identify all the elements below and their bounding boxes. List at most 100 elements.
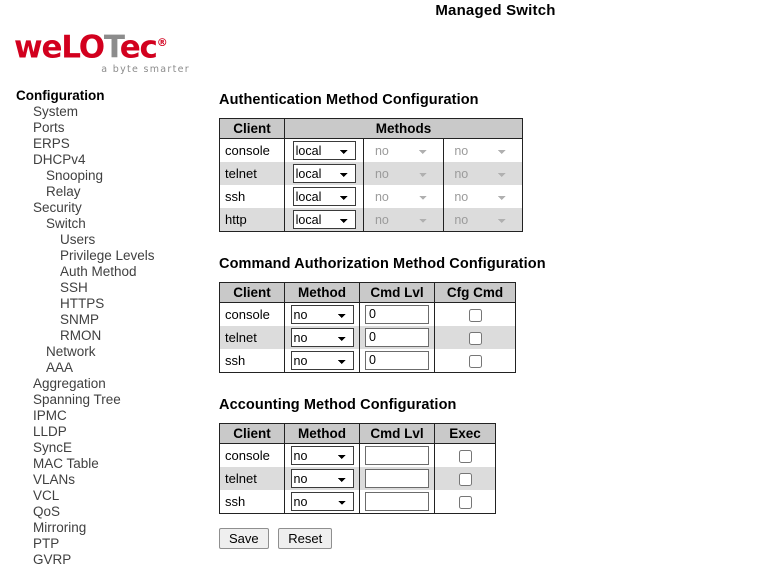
sidebar-item-erps[interactable]: ERPS <box>0 136 205 152</box>
sidebar-item-snooping[interactable]: Snooping <box>0 168 205 184</box>
table-row: telnet notacacs <box>219 467 496 490</box>
header-client: Client <box>219 118 285 139</box>
cmd-lvl-cell <box>359 302 435 326</box>
sidebar-item-synce[interactable]: SyncE <box>0 440 205 456</box>
logo-wordmark: weLOTec® <box>14 27 194 63</box>
sidebar-item-lldp[interactable]: LLDP <box>0 424 205 440</box>
sidebar-item-rmon[interactable]: RMON <box>0 328 205 344</box>
method-select-telnet[interactable]: notacacs <box>290 328 354 347</box>
table-row: ssh notacacs <box>219 490 496 514</box>
method-cell: notacacs <box>284 349 360 373</box>
logo-part-4: ec <box>119 29 158 66</box>
sidebar-item-ptp[interactable]: PTP <box>0 536 205 552</box>
method-select-2-ssh: nolocalradiustacacs <box>371 187 435 206</box>
sidebar-item-aggregation[interactable]: Aggregation <box>0 376 205 392</box>
client-label: ssh <box>219 490 285 514</box>
sidebar-item-gvrp[interactable]: GVRP <box>0 552 205 568</box>
sidebar-item-relay[interactable]: Relay <box>0 184 205 200</box>
cfg-cmd-checkbox-ssh[interactable] <box>468 355 482 369</box>
exec-cell <box>434 443 496 467</box>
method-cell-1: nolocalradiustacacs <box>283 162 365 185</box>
reset-button[interactable]: Reset <box>278 528 333 549</box>
sidebar-item-vcl[interactable]: VCL <box>0 488 205 504</box>
sidebar-item-network[interactable]: Network <box>0 344 205 360</box>
method-cell-3: nolocalradiustacacs <box>442 208 524 232</box>
method-select-2-telnet: nolocalradiustacacs <box>371 164 435 183</box>
sidebar-item-configuration[interactable]: Configuration <box>0 88 205 104</box>
accounting-section-title: Accounting Method Configuration <box>219 397 457 413</box>
sidebar-item-privilege-levels[interactable]: Privilege Levels <box>0 248 205 264</box>
sidebar-item-system[interactable]: System <box>0 104 205 120</box>
method-select-3-http: nolocalradiustacacs <box>451 210 515 229</box>
client-label: ssh <box>219 185 285 208</box>
table-header-row: Client Method Cmd Lvl Exec <box>219 423 496 444</box>
method-select-console[interactable]: notacacs <box>290 305 354 324</box>
registered-mark: ® <box>156 36 168 49</box>
method-select-ssh[interactable]: notacacs <box>290 492 354 511</box>
sidebar-item-users[interactable]: Users <box>0 232 205 248</box>
cmd-lvl-cell <box>359 443 435 467</box>
method-cell-2: nolocalradiustacacs <box>363 162 444 185</box>
page-header: Managed Switch <box>0 0 761 24</box>
sidebar-item-snmp[interactable]: SNMP <box>0 312 205 328</box>
header-cmd-lvl: Cmd Lvl <box>359 282 435 303</box>
sidebar-item-dhcpv4[interactable]: DHCPv4 <box>0 152 205 168</box>
save-button[interactable]: Save <box>219 528 269 549</box>
accounting-method-section: Accounting Method Configuration Client M… <box>219 397 749 514</box>
cmd-lvl-cell <box>359 326 435 349</box>
sidebar-navigation: Configuration System Ports ERPS DHCPv4 Snoopi… <box>0 88 205 568</box>
form-actions: Save Reset <box>219 528 749 549</box>
exec-checkbox-telnet[interactable] <box>458 473 472 487</box>
sidebar-item-qos[interactable]: QoS <box>0 504 205 520</box>
method-select-1-ssh[interactable]: nolocalradiustacacs <box>292 187 356 206</box>
table-row: console notacacs <box>219 302 516 326</box>
cmd-lvl-input-console[interactable] <box>365 305 429 324</box>
method-select-telnet[interactable]: notacacs <box>290 469 354 488</box>
header-client: Client <box>219 423 285 444</box>
method-select-console[interactable]: notacacs <box>290 446 354 465</box>
header-cmd-lvl: Cmd Lvl <box>359 423 435 444</box>
sidebar-item-mirroring[interactable]: Mirroring <box>0 520 205 536</box>
cmd-lvl-input-console[interactable] <box>365 446 429 465</box>
exec-cell <box>434 490 496 514</box>
sidebar-item-ports[interactable]: Ports <box>0 120 205 136</box>
cmd-lvl-input-telnet[interactable] <box>365 328 429 347</box>
method-select-1-http[interactable]: nolocalradiustacacs <box>292 210 356 229</box>
client-label: telnet <box>219 326 285 349</box>
sidebar-item-vlans[interactable]: VLANs <box>0 472 205 488</box>
method-cell: notacacs <box>284 326 360 349</box>
exec-checkbox-ssh[interactable] <box>458 496 472 510</box>
client-label: console <box>219 138 285 162</box>
exec-checkbox-console[interactable] <box>458 450 472 464</box>
sidebar-item-switch[interactable]: Switch <box>0 216 205 232</box>
page-title: Managed Switch <box>435 2 556 19</box>
table-row: telnet nolocalradiustacacs nolocalradiusta… <box>219 162 524 185</box>
cmd-lvl-input-telnet[interactable] <box>365 469 429 488</box>
method-cell-1: nolocalradiustacacs <box>283 208 365 232</box>
cfg-cmd-cell <box>434 326 516 349</box>
sidebar-item-mac-table[interactable]: MAC Table <box>0 456 205 472</box>
sidebar-item-https[interactable]: HTTPS <box>0 296 205 312</box>
cmd-lvl-input-ssh[interactable] <box>365 351 429 370</box>
cmd-lvl-input-ssh[interactable] <box>365 492 429 511</box>
method-select-1-console[interactable]: nolocalradiustacacs <box>292 141 356 160</box>
cmd-lvl-cell <box>359 490 435 514</box>
sidebar-item-security[interactable]: Security <box>0 200 205 216</box>
method-select-2-http: nolocalradiustacacs <box>371 210 435 229</box>
method-select-2-console: nolocalradiustacacs <box>371 141 435 160</box>
method-select-1-telnet[interactable]: nolocalradiustacacs <box>292 164 356 183</box>
method-cell: notacacs <box>284 443 360 467</box>
sidebar-item-ipmc[interactable]: IPMC <box>0 408 205 424</box>
cfg-cmd-checkbox-console[interactable] <box>468 309 482 323</box>
sidebar-item-ssh[interactable]: SSH <box>0 280 205 296</box>
cfg-cmd-checkbox-telnet[interactable] <box>468 332 482 346</box>
method-cell-2: nolocalradiustacacs <box>363 185 444 208</box>
method-select-3-console: nolocalradiustacacs <box>451 141 515 160</box>
sidebar-item-auth-method[interactable]: Auth Method <box>0 264 205 280</box>
logo-part-3: T <box>103 29 121 66</box>
method-cell-2: nolocalradiustacacs <box>363 208 444 232</box>
table-row: telnet notacacs <box>219 326 516 349</box>
method-select-ssh[interactable]: notacacs <box>290 351 354 370</box>
sidebar-item-aaa[interactable]: AAA <box>0 360 205 376</box>
sidebar-item-spanning-tree[interactable]: Spanning Tree <box>0 392 205 408</box>
